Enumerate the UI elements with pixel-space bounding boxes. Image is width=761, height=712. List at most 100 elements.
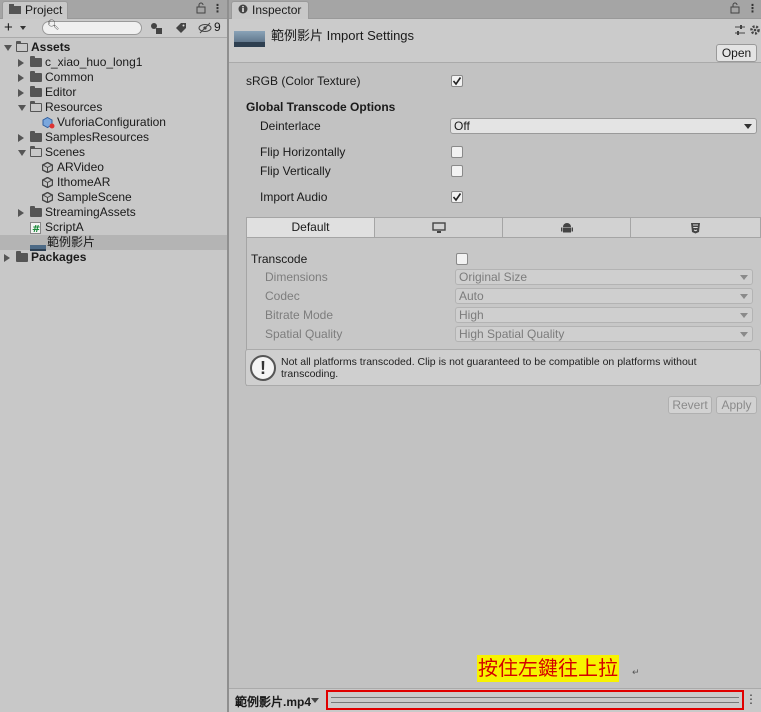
tree-row[interactable]: c_xiao_huo_long1 [0,55,227,70]
expanded-arrow-icon[interactable] [4,45,12,51]
global-options-row: Global Transcode Options [229,99,761,115]
preset-icon[interactable] [734,24,746,39]
project-tabbar: Project ⋮ [0,0,227,19]
spatial-row: Spatial Quality High Spatial Quality [229,326,761,342]
tree-row[interactable]: # ScriptA [0,220,227,235]
codec-dropdown[interactable]: Auto [455,288,753,304]
folder-icon [30,56,42,67]
tree-row[interactable]: Common [0,70,227,85]
tree-item-label: Editor [45,85,77,99]
spatial-value: High Spatial Quality [459,327,565,341]
tree-item-label: VuforiaConfiguration [57,115,166,129]
settings-gear-icon[interactable] [749,24,761,39]
dimensions-value: Original Size [459,270,528,284]
tree-row[interactable]: Assets [0,40,227,55]
dimensions-row: Dimensions Original Size [229,269,761,285]
spatial-dropdown[interactable]: High Spatial Quality [455,326,753,342]
tree-item-label: SampleScene [57,190,132,204]
hidden-count: 9 [214,20,221,34]
add-dropdown-icon[interactable] [20,26,26,30]
srgb-checkbox[interactable] [451,75,463,87]
tree-row[interactable]: ARVideo [0,160,227,175]
collapsed-arrow-icon[interactable] [18,209,24,217]
tree-item-label: Packages [31,250,87,264]
tab-webgl[interactable] [631,218,760,237]
filter-by-type-icon[interactable] [150,22,163,37]
svg-text:#: # [32,224,40,234]
search-input[interactable]: 🔍︎ [42,20,142,35]
android-icon [560,220,573,234]
tree-row[interactable]: SampleScene [0,190,227,205]
tab-default-label: Default [291,220,330,234]
tab-android[interactable] [503,218,631,237]
import-audio-checkbox[interactable] [451,191,463,203]
inspector-panel: Inspector ⋮ 範例影片 Import Settings Open sR… [229,0,761,712]
tree-row[interactable]: VuforiaConfiguration [0,115,227,130]
add-icon[interactable]: + [4,19,13,36]
srgb-row: sRGB (Color Texture) [229,73,761,89]
flip-v-checkbox[interactable] [451,165,463,177]
config-icon [42,116,55,129]
tree-item-label: Scenes [45,145,86,159]
tree-row[interactable]: Packages [0,250,227,265]
filter-by-label-icon[interactable] [175,22,187,37]
search-icon: 🔍︎ [47,20,60,31]
collapsed-arrow-icon[interactable] [18,59,24,67]
codec-row: Codec Auto [229,288,761,304]
codec-label: Codec [265,289,300,303]
asset-name-dropdown[interactable]: 範例影片.mp4 [235,693,311,710]
project-panel: Project ⋮ + 🔍︎ 9 Assets c_xiao_huo_long1 C… [0,0,227,712]
chevron-down-icon [740,275,748,280]
video-thumbnail [234,31,265,47]
flip-v-row: Flip Vertically [229,163,761,179]
chevron-down-icon[interactable] [311,698,319,703]
kebab-menu-icon[interactable]: ⋮ [212,2,223,16]
tree-item-label: ScriptA [45,220,84,234]
tree-row[interactable]: SamplesResources [0,130,227,145]
warning-text: Not all platforms transcoded. Clip is no… [281,356,697,380]
tree-row[interactable]: StreamingAssets [0,205,227,220]
chevron-down-icon [740,332,748,337]
folder-icon [30,206,42,217]
bitrate-value: High [459,308,484,322]
expanded-arrow-icon[interactable] [18,150,26,156]
flip-h-checkbox[interactable] [451,146,463,158]
tree-row[interactable]: IthomeAR [0,175,227,190]
spatial-label: Spatial Quality [265,327,343,341]
tree-row[interactable]: Scenes [0,145,227,160]
lock-icon[interactable] [196,2,206,18]
tree-row[interactable]: Editor [0,85,227,100]
kebab-menu-icon[interactable]: ⋮ [747,2,758,16]
revert-button[interactable]: Revert [668,396,712,414]
deinterlace-dropdown[interactable]: Off [450,118,757,134]
info-icon [238,2,248,19]
transcode-checkbox[interactable] [456,253,468,265]
deinterlace-value: Off [454,119,470,133]
collapsed-arrow-icon[interactable] [18,134,24,142]
collapsed-arrow-icon[interactable] [18,74,24,82]
preview-resize-handle[interactable] [326,690,744,710]
handle-line [331,697,739,698]
tab-inspector[interactable]: Inspector [231,1,309,19]
expanded-arrow-icon[interactable] [18,105,26,111]
tab-standalone[interactable] [375,218,503,237]
tree-row[interactable]: Resources [0,100,227,115]
tree-item-label: c_xiao_huo_long1 [45,55,143,69]
folder-open-icon [29,100,42,112]
tree-row[interactable]: 範例影片 [0,235,227,251]
bitrate-dropdown[interactable]: High [455,307,753,323]
open-button[interactable]: Open [716,44,757,62]
kebab-menu-icon[interactable]: ⋮ [745,692,757,706]
transcode-row: Transcode [229,251,761,267]
collapsed-arrow-icon[interactable] [4,254,10,262]
hidden-packages-icon[interactable] [198,22,212,37]
chevron-down-icon [740,313,748,318]
collapsed-arrow-icon[interactable] [18,89,24,97]
tab-project[interactable]: Project [2,1,68,19]
tab-default[interactable]: Default [247,218,375,237]
tree-item-label: Assets [31,40,71,54]
apply-button[interactable]: Apply [716,396,757,414]
html5-icon [690,220,701,234]
dimensions-dropdown[interactable]: Original Size [455,269,753,285]
lock-icon[interactable] [730,2,740,18]
